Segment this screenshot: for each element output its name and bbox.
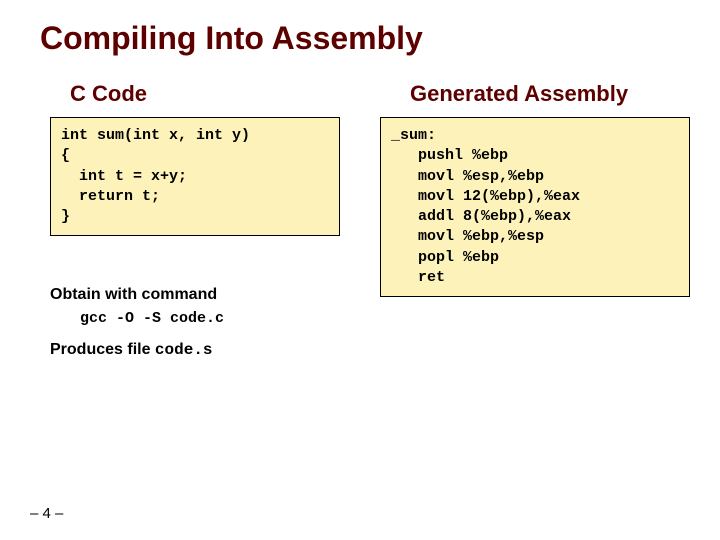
assembly-code-box: _sum: pushl %ebp movl %esp,%ebp movl 12(… (380, 117, 690, 297)
c-code-header: C Code (70, 81, 340, 107)
produces-label: Produces file code.s (50, 341, 340, 359)
left-column: C Code int sum(int x, int y) { int t = x… (50, 81, 340, 359)
produces-filename: code.s (155, 341, 213, 359)
content-columns: C Code int sum(int x, int y) { int t = x… (30, 81, 690, 359)
page-number: – 4 – (30, 505, 63, 522)
produces-prefix: Produces file (50, 341, 155, 358)
gcc-command: gcc -O -S code.c (80, 310, 340, 327)
obtain-label: Obtain with command (50, 286, 340, 304)
assembly-header: Generated Assembly (410, 81, 690, 107)
slide-title: Compiling Into Assembly (40, 20, 690, 57)
c-code-box: int sum(int x, int y) { int t = x+y; ret… (50, 117, 340, 236)
right-column: Generated Assembly _sum: pushl %ebp movl… (380, 81, 690, 359)
